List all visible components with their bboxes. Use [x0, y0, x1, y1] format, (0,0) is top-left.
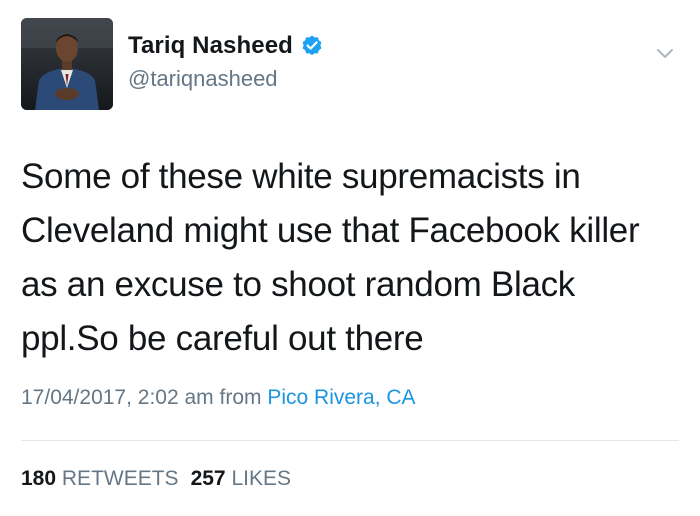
likes-stat[interactable]: 257 LIKES	[191, 467, 291, 490]
tweet-meta: 17/04/2017, 2:02 am from Pico Rivera, CA	[21, 386, 416, 410]
timestamp[interactable]: 17/04/2017, 2:02 am	[21, 386, 214, 409]
tweet-text-line: Cleveland might use that Facebook killer	[21, 211, 640, 250]
likes-count: 257	[190, 467, 226, 490]
likes-label: LIKES	[231, 467, 291, 490]
location-link[interactable]: Pico Rivera, CA	[267, 386, 415, 409]
display-name[interactable]: Tariq Nasheed	[128, 32, 293, 60]
divider	[21, 440, 679, 441]
tweet-text-line: ppl.So be careful out there	[21, 319, 424, 358]
retweets-stat[interactable]: 180 RETWEETS	[21, 467, 179, 490]
chevron-down-icon[interactable]	[652, 40, 678, 66]
tweet-stats: 180 RETWEETS 257 LIKES	[21, 467, 291, 491]
tweet-card: Tariq Nasheed @tariqnasheed Some of thes…	[0, 0, 700, 516]
tweet-text-line: Some of these white supremacists in	[21, 157, 581, 196]
from-label: from	[219, 386, 262, 409]
verified-badge-icon	[300, 34, 324, 58]
tweet-text: Some of these white supremacists in Clev…	[21, 150, 681, 366]
avatar-photo	[21, 18, 113, 110]
avatar[interactable]	[21, 18, 113, 110]
author-name-row[interactable]: Tariq Nasheed	[128, 32, 324, 60]
retweets-label: RETWEETS	[61, 467, 179, 490]
retweets-count: 180	[21, 467, 57, 490]
tweet-text-line: as an excuse to shoot random Black	[21, 265, 576, 304]
author-handle[interactable]: @tariqnasheed	[128, 66, 278, 92]
